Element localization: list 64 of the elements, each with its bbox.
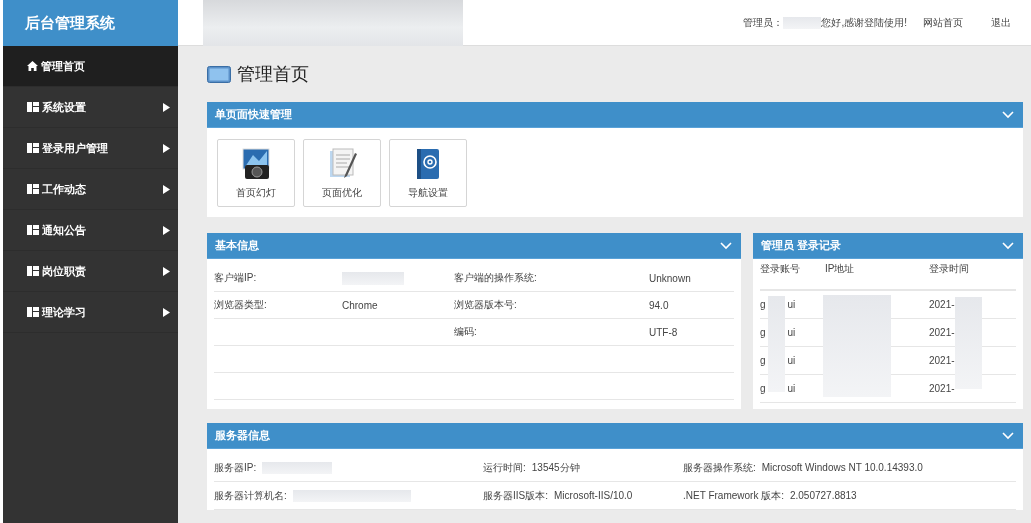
field-value: 13545分钟 — [531, 460, 580, 475]
field-label: 浏览器类型: — [214, 299, 267, 310]
field-value: 94.0 — [649, 299, 669, 311]
chevron-down-icon — [1002, 110, 1014, 119]
field-value: 2.050727.8813 — [789, 490, 857, 501]
table-cell: 2021- — [929, 299, 955, 310]
panel-title: 单页面快速管理 — [215, 107, 293, 122]
shortcut-button[interactable]: 首页幻灯 — [217, 139, 295, 207]
grid-icon — [27, 184, 39, 194]
field-value: Microsoft Windows NT 10.0.14393.0 — [761, 462, 923, 473]
field-value: Chrome — [342, 299, 378, 311]
grid-icon — [27, 307, 39, 317]
table-cell: g — [760, 299, 766, 310]
grid-icon — [27, 102, 39, 112]
shortcut-button[interactable]: 导航设置 — [389, 139, 467, 207]
field-label: 服务器操作系统: — [683, 460, 756, 475]
home-icon — [27, 61, 38, 71]
admin-label: 管理员： — [743, 15, 784, 30]
table-cell: 2021- — [929, 327, 955, 338]
grid-icon — [27, 143, 39, 153]
redacted-block — [783, 16, 822, 29]
field-value: Microsoft-IIS/10.0 — [554, 490, 633, 501]
table-cell: g — [760, 383, 766, 394]
table-cell: ui — [787, 383, 796, 394]
grid-icon — [27, 266, 39, 276]
field-value: UTF-8 — [649, 326, 678, 338]
table-cell: 2021- — [929, 355, 955, 366]
panel-title: 基本信息 — [215, 238, 260, 253]
camera-icon — [239, 146, 273, 181]
field-label: 运行时间: — [483, 460, 526, 475]
monitor-icon — [207, 65, 231, 83]
column-header: IP地址 — [825, 262, 856, 276]
table-cell: g — [760, 327, 766, 338]
chevron-down-icon — [720, 241, 732, 250]
shortcut-button[interactable]: 页面优化 — [303, 139, 381, 207]
panel-title: 管理员 登录记录 — [761, 238, 843, 253]
field-label: .NET Framework 版本: — [683, 488, 784, 503]
field-label: 服务器IIS版本: — [483, 488, 548, 503]
greeting-text: 您好,感谢登陆使用! — [821, 15, 907, 30]
table-cell: g — [760, 355, 766, 366]
field-label: 服务器计算机名: — [214, 488, 287, 503]
field-label: 浏览器版本号: — [454, 299, 517, 310]
grid-icon — [27, 225, 39, 235]
table-cell: ui — [787, 355, 796, 366]
table-cell: ui — [787, 327, 796, 338]
brand-title: 后台管理系统 — [3, 0, 178, 46]
sidebar-item[interactable]: 管理首页 — [3, 46, 178, 87]
page-title: 管理首页 — [237, 63, 309, 86]
field-label: 编码: — [454, 326, 477, 337]
field-value: Unknown — [649, 272, 691, 284]
chevron-down-icon — [1002, 431, 1014, 440]
redacted-block — [262, 461, 333, 474]
top-link[interactable]: 网站首页 — [923, 15, 963, 30]
top-link[interactable]: 退出 — [991, 15, 1011, 30]
table-cell: ui — [787, 299, 796, 310]
redacted-block — [342, 271, 404, 285]
field-label: 服务器IP: — [214, 460, 257, 475]
field-label: 客户端IP: — [214, 272, 257, 283]
table-cell: 2021- — [929, 383, 955, 394]
panel-title: 服务器信息 — [215, 428, 271, 443]
column-header: 登录时间 — [929, 262, 970, 276]
field-label: 客户端的操作系统: — [454, 272, 537, 283]
chevron-down-icon — [1002, 241, 1014, 250]
column-header: 登录账号 — [760, 262, 801, 276]
